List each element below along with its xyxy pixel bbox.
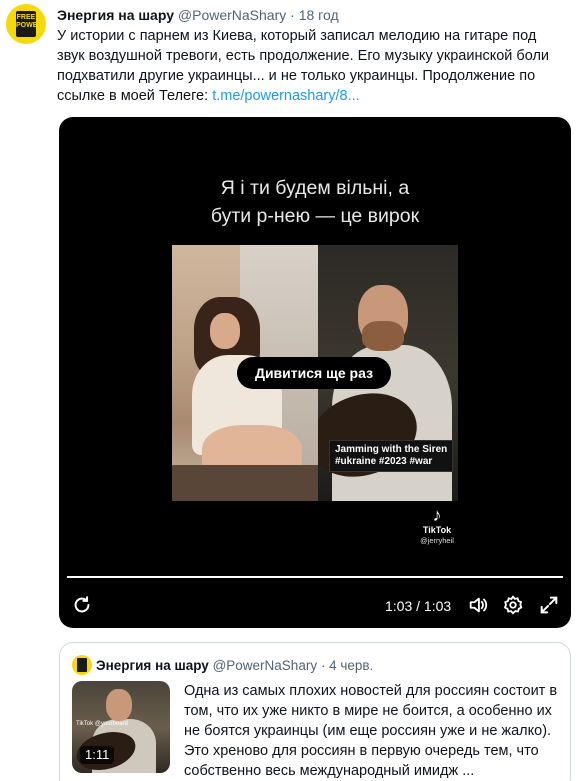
telegram-link[interactable]: t.me/powernashary/8... <box>212 88 360 104</box>
quoted-author-handle[interactable]: @PowerNaShary <box>213 658 318 673</box>
author-handle[interactable]: @PowerNaShary <box>178 7 286 23</box>
quoted-author-name[interactable]: Энергия на шару <box>96 658 209 673</box>
author-name[interactable]: Энергия на шару <box>57 7 174 23</box>
tiktok-brand: TikTok <box>422 525 452 535</box>
quoted-tweet-text: Одна из самых плохих новостей для россия… <box>184 683 558 779</box>
thumbnail-watermark: TikTok @yourbeard <box>76 721 128 727</box>
tiktok-icon: ♪ <box>432 505 442 525</box>
quoted-tweet[interactable]: Энергия на шару @PowerNaShary · 4 черв. … <box>59 642 571 781</box>
replay-icon[interactable] <box>68 591 96 619</box>
settings-icon[interactable] <box>499 591 527 619</box>
watch-again-button[interactable]: Дивитися ще раз <box>237 357 391 389</box>
avatar-badge-line2: POWER <box>16 22 43 29</box>
tweet-timestamp[interactable]: 18 год <box>299 7 339 23</box>
tiktok-username: @jerryheil <box>420 536 454 545</box>
overlay-tag-line2: #ukraine #2023 #war <box>335 456 433 467</box>
avatar-badge-line1: FREE <box>16 14 36 21</box>
video-timecode: 1:03 / 1:03 <box>385 598 452 614</box>
video-controls: 1:03 / 1:03 <box>59 591 571 623</box>
volume-icon[interactable] <box>464 591 492 619</box>
video-duration-badge: 1:11 <box>80 746 115 764</box>
free-power-logo <box>77 658 87 672</box>
caption-line-2: бути р-нею — це вирок <box>210 205 420 227</box>
overlay-tag-line1: Jamming with the Siren <box>335 444 448 455</box>
author-avatar[interactable]: FREE POWER <box>6 4 46 44</box>
tweet-header: Энергия на шару @PowerNaShary · 18 год <box>57 6 339 24</box>
quoted-author-avatar[interactable] <box>72 655 92 675</box>
quoted-video-thumbnail[interactable]: TikTok @yourbeard 1:11 <box>72 681 170 773</box>
video-player[interactable]: Я і ти будем вільні, а бути р-нею — це в… <box>59 117 571 628</box>
quoted-tweet-timestamp[interactable]: 4 черв. <box>329 658 373 673</box>
fullscreen-icon[interactable] <box>535 591 563 619</box>
tweet-text: У истории с парнем из Киева, который зап… <box>57 26 562 106</box>
video-overlay-tag: Jamming with the Siren #ukraine #2023 #w… <box>329 440 454 472</box>
caption-line-1: Я і ти будем вільні, а <box>220 177 410 199</box>
header-separator: · <box>290 7 295 23</box>
video-progress-bar[interactable] <box>67 576 563 578</box>
quoted-tweet-header: Энергия на шару @PowerNaShary · 4 черв. <box>96 658 373 674</box>
free-power-logo: FREE POWER <box>16 11 43 37</box>
tiktok-watermark: ♪ TikTok @jerryheil <box>415 505 459 545</box>
video-caption: Я і ти будем вільні, а бути р-нею — це в… <box>59 174 571 230</box>
quoted-header-separator: · <box>320 658 326 673</box>
